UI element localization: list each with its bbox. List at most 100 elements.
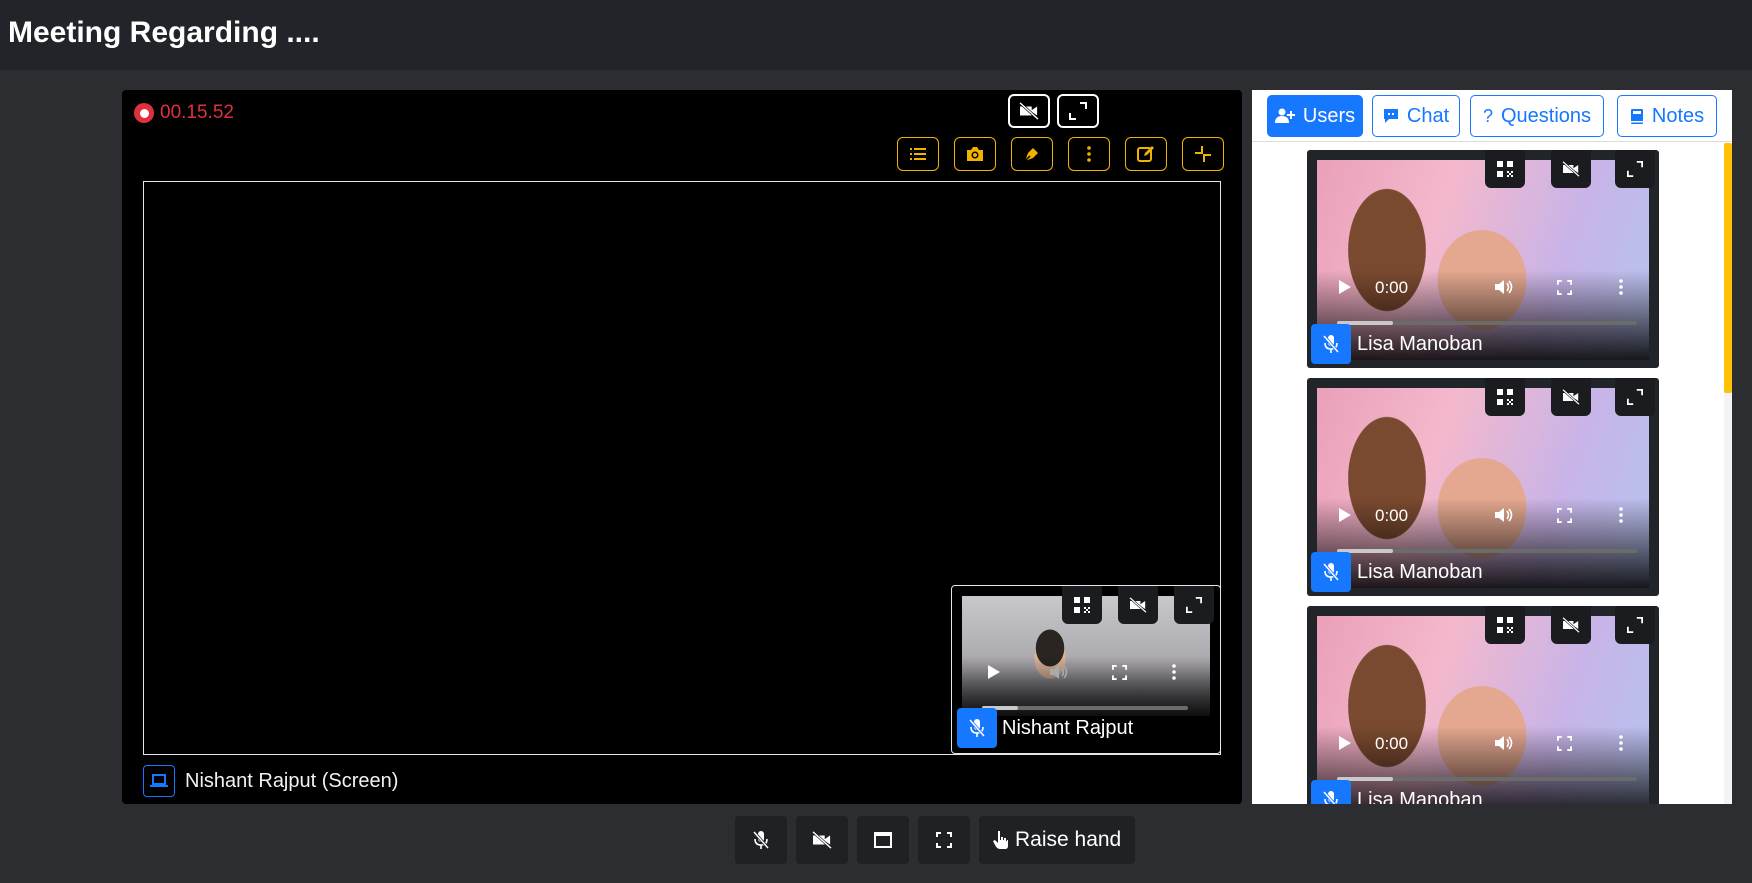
video-off-icon	[1562, 389, 1580, 405]
minimize-button[interactable]	[1182, 137, 1224, 171]
qr-grid-icon	[1497, 617, 1513, 633]
list-icon	[910, 148, 926, 160]
fullscreen-icon	[936, 832, 952, 848]
edit-icon	[1137, 146, 1154, 162]
play-button[interactable]	[1339, 508, 1351, 522]
question-icon: ?	[1482, 105, 1493, 126]
tab-notes-label: Notes	[1651, 104, 1705, 127]
seek-bar[interactable]	[982, 706, 1188, 710]
snapshot-button[interactable]	[954, 137, 996, 171]
user-tile[interactable]: 0:00 Lisa Manoban	[1307, 606, 1659, 804]
play-button[interactable]	[988, 665, 1000, 679]
camera-off-button[interactable]	[1551, 378, 1591, 416]
play-button[interactable]	[1339, 736, 1351, 750]
list-button[interactable]	[897, 137, 939, 171]
video-menu-button[interactable]	[1619, 507, 1623, 523]
book-icon	[1630, 108, 1643, 124]
volume-icon	[1495, 508, 1513, 522]
more-vertical-icon	[1619, 735, 1623, 751]
share-screen-button[interactable]	[857, 816, 909, 864]
pip-video-tile[interactable]: Nishant Rajput	[951, 585, 1221, 754]
video-fullscreen-button[interactable]	[1557, 508, 1572, 523]
seek-bar[interactable]	[1337, 321, 1637, 325]
fullscreen-toggle-button[interactable]	[918, 816, 970, 864]
video-toggle-button[interactable]	[796, 816, 848, 864]
video-menu-button[interactable]	[1619, 279, 1623, 295]
video-menu-button[interactable]	[1172, 664, 1176, 680]
tab-users-label: Users	[1302, 104, 1356, 127]
user-name: Lisa Manoban	[1357, 789, 1483, 804]
fullscreen-icon	[1557, 280, 1572, 295]
volume-button[interactable]	[1495, 279, 1515, 295]
qr-grid-icon	[1074, 597, 1090, 613]
volume-button[interactable]	[1495, 735, 1515, 751]
pen-icon	[1024, 148, 1038, 162]
volume-icon	[1495, 280, 1513, 294]
pin-button[interactable]	[1485, 150, 1525, 188]
participant-name: Nishant Rajput	[1002, 717, 1134, 739]
pin-button[interactable]	[1062, 586, 1102, 624]
volume-button[interactable]	[1050, 664, 1070, 680]
edit-button[interactable]	[1125, 137, 1167, 171]
raise-hand-button[interactable]: Raise hand	[979, 816, 1136, 864]
video-off-icon	[812, 831, 832, 849]
tab-users[interactable]: Users	[1267, 95, 1363, 137]
volume-icon	[1050, 665, 1068, 679]
more-vertical-icon	[1172, 664, 1176, 680]
laptop-icon	[143, 765, 175, 797]
camera-off-button[interactable]	[1008, 94, 1050, 128]
video-fullscreen-button[interactable]	[1112, 665, 1127, 680]
tab-questions[interactable]: ? Questions	[1470, 95, 1604, 137]
camera-off-button[interactable]	[1551, 150, 1591, 188]
scrollbar-thumb[interactable]	[1724, 143, 1732, 393]
collapse-icon	[1195, 146, 1211, 162]
expand-icon	[1186, 597, 1202, 613]
play-button[interactable]	[1339, 280, 1351, 294]
qr-grid-icon	[1497, 161, 1513, 177]
expand-button[interactable]	[1615, 378, 1655, 416]
mic-off-icon	[752, 831, 770, 849]
video-menu-button[interactable]	[1619, 735, 1623, 751]
screen-share-name: Nishant Rajput (Screen)	[185, 769, 399, 792]
fullscreen-button[interactable]	[1057, 94, 1099, 128]
video-fullscreen-button[interactable]	[1557, 280, 1572, 295]
more-vertical-icon	[1087, 146, 1091, 162]
recording-time: 00.15.52	[160, 102, 234, 123]
pip-expand-button[interactable]	[1174, 586, 1214, 624]
play-icon	[1339, 736, 1351, 750]
video-fullscreen-button[interactable]	[1557, 736, 1572, 751]
expand-icon	[1627, 389, 1643, 405]
expand-button[interactable]	[1615, 606, 1655, 644]
video-time: 0:00	[1375, 278, 1409, 297]
volume-button[interactable]	[1495, 507, 1515, 523]
seek-bar[interactable]	[1337, 777, 1637, 781]
more-options-button[interactable]	[1068, 137, 1110, 171]
video-off-icon	[1562, 617, 1580, 633]
play-icon	[1339, 508, 1351, 522]
user-name: Lisa Manoban	[1357, 561, 1483, 583]
pin-button[interactable]	[1485, 378, 1525, 416]
more-vertical-icon	[1619, 507, 1623, 523]
user-tile[interactable]: 0:00 Lisa Manoban	[1307, 378, 1659, 596]
mute-button[interactable]	[735, 816, 787, 864]
tab-questions-label: Questions	[1500, 104, 1592, 127]
seek-bar[interactable]	[1337, 549, 1637, 553]
tab-chat[interactable]: Chat	[1372, 95, 1460, 137]
video-time: 0:00	[1375, 506, 1409, 525]
mic-muted-badge	[957, 708, 997, 748]
expand-button[interactable]	[1615, 150, 1655, 188]
fullscreen-icon	[1557, 508, 1572, 523]
user-tile[interactable]: 0:00 Lisa Manoban	[1307, 150, 1659, 368]
tab-notes[interactable]: Notes	[1617, 95, 1717, 137]
user-plus-icon	[1274, 108, 1295, 123]
expand-icon	[1069, 102, 1087, 120]
video-off-icon	[1129, 597, 1147, 613]
volume-icon	[1495, 736, 1513, 750]
video-off-icon	[1019, 102, 1039, 120]
expand-icon	[1627, 617, 1643, 633]
camera-off-button[interactable]	[1551, 606, 1591, 644]
pip-camera-off-button[interactable]	[1118, 586, 1158, 624]
record-icon	[134, 103, 154, 123]
annotate-button[interactable]	[1011, 137, 1053, 171]
pin-button[interactable]	[1485, 606, 1525, 644]
